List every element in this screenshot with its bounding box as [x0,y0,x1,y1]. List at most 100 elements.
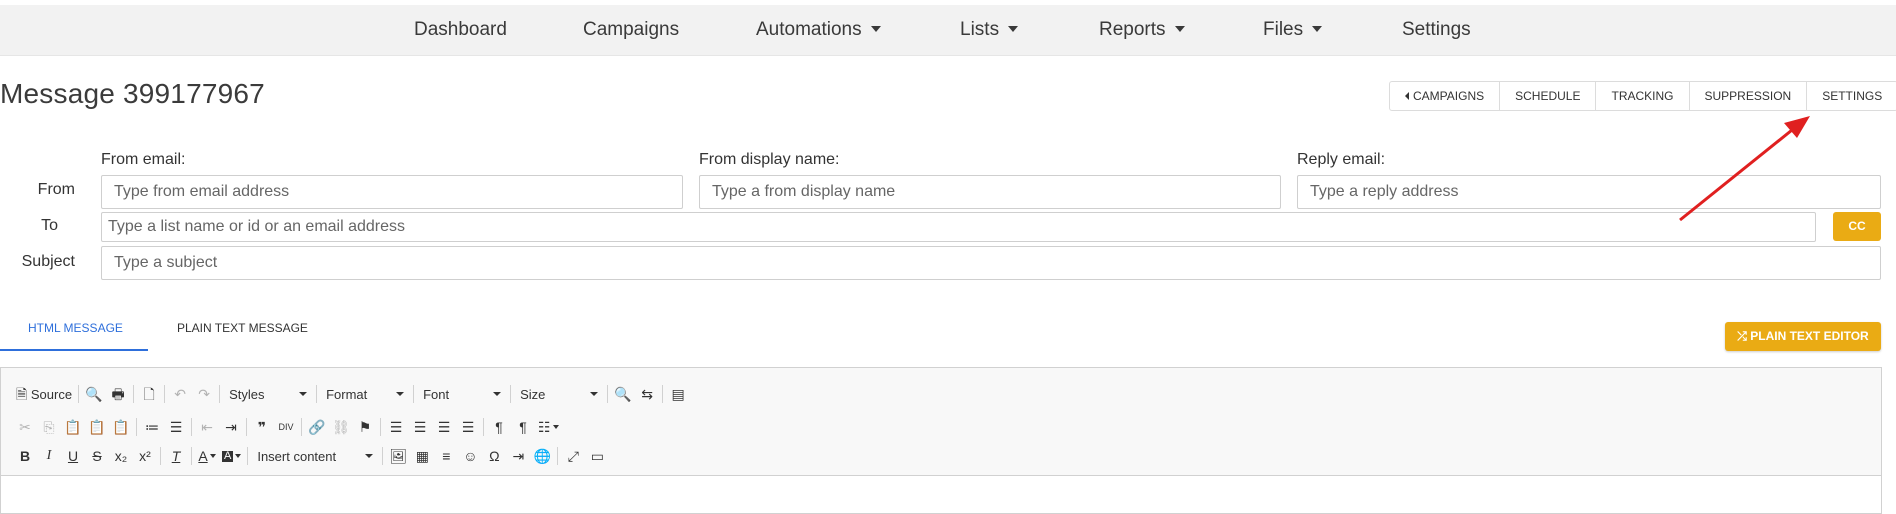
chevron-down-icon [396,392,405,396]
select-all-button[interactable]: ▤ [666,382,690,406]
templates-icon: 🗋 [143,386,155,402]
format-dropdown[interactable]: Format [320,382,410,406]
plain-text-editor-button[interactable]: ⤮ PLAIN TEXT EDITOR [1725,322,1881,351]
source-button[interactable]: 🗎 Source [13,382,75,406]
paste-text-button[interactable]: 📋 [85,415,109,439]
print-button[interactable]: 🖶 [106,382,130,406]
show-blocks-button[interactable]: ▭ [585,444,609,468]
find-button[interactable]: 🔍 [611,382,635,406]
chevron-down-icon [299,392,308,396]
toolbar-separator [662,385,664,403]
table-button[interactable]: ▦ [410,444,434,468]
create-div-button[interactable]: DIV [274,415,298,439]
table-icon: ▦ [415,448,429,464]
page-break-button[interactable]: ⇥ [506,444,530,468]
size-dropdown[interactable]: Size [514,382,604,406]
bold-button[interactable]: B [13,444,37,468]
nav-settings[interactable]: Settings [1402,5,1471,56]
insert-content-dropdown[interactable]: Insert content [251,444,379,468]
nav-automations[interactable]: Automations [756,5,881,56]
styles-dropdown[interactable]: Styles [223,382,313,406]
from-name-label: From display name: [699,151,840,168]
tab-plain-text-message[interactable]: PLAIN TEXT MESSAGE [177,318,308,351]
suppression-button[interactable]: SUPPRESSION [1690,82,1808,110]
paste-word-button[interactable]: 📋 [109,415,133,439]
align-center-icon: ☰ [413,419,427,435]
redo-button[interactable]: ↷ [192,382,216,406]
align-left-button[interactable]: ☰ [384,415,408,439]
text-color-icon: A [198,448,208,464]
superscript-button[interactable]: x² [133,444,157,468]
subject-input[interactable] [101,246,1881,280]
toolbar-separator [164,385,166,403]
nav-lists[interactable]: Lists [960,5,1019,56]
subscript-button[interactable]: x₂ [109,444,133,468]
page-title: Message 399177967 [0,78,265,109]
replace-button[interactable]: ⇆ [635,382,659,406]
toolbar-separator [301,418,302,436]
image-button[interactable]: 🖼 [386,444,410,468]
copy-button[interactable]: ⎘ [37,415,61,439]
cut-button[interactable]: ✂ [13,415,37,439]
preview-icon: 🔍 [85,386,103,402]
rtl-button[interactable]: ¶ [511,415,535,439]
text-color-button[interactable]: A [195,444,219,468]
paste-button[interactable]: 📋 [61,415,85,439]
horizontal-rule-button[interactable]: ≡ [434,444,458,468]
maximize-button[interactable]: ⤢ [561,444,585,468]
anchor-button[interactable]: ⚑ [353,415,377,439]
strikethrough-button[interactable]: S [85,444,109,468]
templates-button[interactable]: 🗋 [137,382,161,406]
ltr-button[interactable]: ¶ [487,415,511,439]
from-name-input[interactable] [699,175,1281,209]
to-recipient-input[interactable] [101,212,1816,242]
paste-word-icon: 📋 [112,419,130,435]
reply-email-input[interactable] [1297,175,1881,209]
preview-button[interactable]: 🔍 [82,382,106,406]
outdent-button[interactable]: ⇤ [195,415,219,439]
from-email-input[interactable] [101,175,683,209]
tracking-button[interactable]: TRACKING [1596,82,1690,110]
tab-html-message[interactable]: HTML MESSAGE [0,318,148,351]
italic-button[interactable]: I [37,444,61,468]
indent-button[interactable]: ⇥ [219,415,243,439]
nav-files[interactable]: Files [1263,5,1323,56]
nav-campaigns[interactable]: Campaigns [583,5,679,56]
unlink-button[interactable]: ⛓ [329,415,353,439]
shuffle-icon: ⤮ [1737,329,1747,343]
chevron-down-icon [209,454,216,458]
campaigns-button[interactable]: CAMPAIGNS [1390,82,1501,110]
iframe-button[interactable]: 🌐 [530,444,554,468]
settings-button[interactable]: SETTINGS [1807,82,1896,110]
quote-icon: ❞ [257,419,267,435]
justify-button[interactable]: ☰ [456,415,480,439]
chevron-down-icon [493,392,502,396]
font-dropdown[interactable]: Font [417,382,507,406]
smiley-button[interactable]: ☺ [458,444,482,468]
nav-reports[interactable]: Reports [1099,5,1185,56]
blockquote-button[interactable]: ❞ [250,415,274,439]
align-center-button[interactable]: ☰ [408,415,432,439]
align-right-button[interactable]: ☰ [432,415,456,439]
language-button[interactable]: ☷ [535,415,562,439]
undo-icon: ↶ [174,386,186,402]
nav-dashboard[interactable]: Dashboard [414,5,507,56]
underline-button[interactable]: U [61,444,85,468]
chevron-down-icon [235,454,242,458]
numbered-list-button[interactable]: ≔ [140,415,164,439]
search-icon: 🔍 [614,386,632,402]
schedule-button[interactable]: SCHEDULE [1500,82,1597,110]
remove-format-button[interactable]: T [164,444,188,468]
undo-button[interactable]: ↶ [168,382,192,406]
cc-button[interactable]: CC [1833,212,1881,241]
toolbar-separator [191,418,192,436]
background-color-button[interactable]: A [219,444,244,468]
editor-content-area[interactable] [1,476,1881,514]
paste-text-icon: 📋 [88,419,106,435]
bulleted-list-button[interactable]: ☰ [164,415,188,439]
link-button[interactable]: 🔗 [305,415,329,439]
link-icon: 🔗 [308,419,326,435]
chevron-down-icon [1174,26,1185,32]
annotation-arrow-head [1784,116,1810,138]
special-char-button[interactable]: Ω [482,444,506,468]
